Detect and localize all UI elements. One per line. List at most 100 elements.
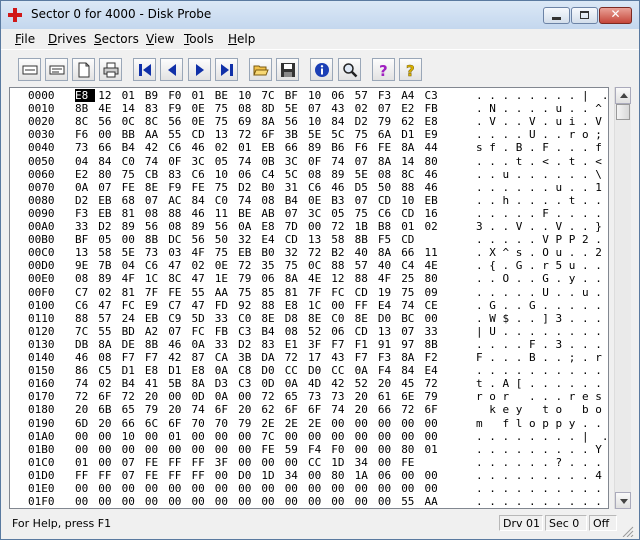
hex-byte[interactable]: 0A — [215, 390, 235, 403]
hex-byte[interactable]: 01 — [238, 141, 258, 154]
hex-byte[interactable]: 57 — [355, 89, 375, 102]
hex-byte[interactable]: 32 — [238, 233, 258, 246]
hex-byte[interactable]: 06 — [238, 168, 258, 181]
hex-byte[interactable]: 01 — [192, 89, 212, 102]
hex-byte[interactable]: 8A — [378, 155, 398, 168]
ascii-column[interactable]: . W $ . . ] 3 . . . . . . . . . — [476, 312, 608, 325]
hex-byte[interactable]: 00 — [425, 430, 445, 443]
hex-byte[interactable]: 89 — [122, 220, 142, 233]
hex-byte[interactable]: 75 — [215, 181, 235, 194]
hex-byte[interactable]: 10 — [122, 430, 142, 443]
hex-byte[interactable]: FC — [331, 286, 351, 299]
hex-byte[interactable]: F9 — [168, 102, 188, 115]
hex-byte[interactable]: EB — [238, 246, 258, 259]
hex-byte[interactable]: 66 — [122, 417, 142, 430]
hex-byte[interactable]: 01 — [122, 89, 142, 102]
hex-byte[interactable]: 00 — [238, 390, 258, 403]
hex-byte[interactable]: D1 — [122, 364, 142, 377]
hex-byte[interactable]: 0D — [192, 390, 212, 403]
hex-byte[interactable]: 56 — [192, 233, 212, 246]
hex-byte[interactable]: D2 — [238, 338, 258, 351]
scroll-up-button[interactable] — [615, 87, 631, 104]
hex-byte[interactable]: 81 — [122, 286, 142, 299]
title-bar[interactable]: Sector 0 for 4000 - Disk Probe ✕ — [1, 1, 639, 29]
hex-byte[interactable]: 13 — [378, 325, 398, 338]
scroll-thumb[interactable] — [616, 104, 630, 120]
menu-tools[interactable]: Tools — [184, 32, 214, 46]
ascii-column[interactable]: r o r . . . r e s s a n y — [476, 390, 608, 403]
hex-byte[interactable]: CD — [378, 194, 398, 207]
hex-byte[interactable]: 87 — [192, 351, 212, 364]
hex-byte[interactable]: 72 — [261, 390, 281, 403]
hex-byte[interactable]: 8C — [75, 115, 95, 128]
ascii-column[interactable]: . . . . . . . . | . . W. . . — [476, 89, 608, 102]
ascii-column[interactable]: . . . . . . . . | . . . . . . . — [476, 430, 608, 443]
hex-byte[interactable]: 46 — [331, 181, 351, 194]
hex-byte[interactable]: 68 — [122, 194, 142, 207]
hex-byte[interactable]: 00 — [425, 469, 445, 482]
hex-byte[interactable]: 00 — [238, 482, 258, 495]
hex-byte[interactable]: 52 — [308, 325, 328, 338]
hex-byte[interactable]: B4 — [285, 194, 305, 207]
ascii-column[interactable]: . . . . . F . . . . < . u . . . — [476, 207, 608, 220]
hex-byte[interactable]: 11 — [215, 207, 235, 220]
hex-byte[interactable]: 08 — [98, 351, 118, 364]
hex-byte[interactable]: 01 — [168, 430, 188, 443]
hex-byte[interactable]: 6F — [261, 128, 281, 141]
hex-byte[interactable]: 72 — [331, 220, 351, 233]
hex-byte[interactable]: 10 — [401, 194, 421, 207]
previous-sector-button[interactable] — [160, 58, 183, 81]
hex-byte[interactable]: C3 — [425, 89, 445, 102]
hex-byte[interactable]: 1D — [331, 456, 351, 469]
hex-byte[interactable]: 33 — [215, 312, 235, 325]
hex-byte[interactable]: 00 — [168, 482, 188, 495]
hex-byte[interactable]: 4F — [192, 246, 212, 259]
hex-byte[interactable]: 00 — [378, 495, 398, 508]
ascii-column[interactable]: . . . . . V P P 2 . . . X . . . — [476, 233, 608, 246]
hex-byte[interactable]: F7 — [331, 338, 351, 351]
hex-byte[interactable]: 6B — [98, 403, 118, 416]
hex-byte[interactable]: 7F — [308, 286, 328, 299]
hex-byte[interactable]: 10 — [215, 168, 235, 181]
ascii-column[interactable]: . G . . G . . . . . . . . . t . — [476, 299, 608, 312]
hex-byte[interactable]: 46 — [425, 181, 445, 194]
hex-byte[interactable]: 79 — [238, 272, 258, 285]
hex-byte[interactable]: 84 — [401, 364, 421, 377]
hex-byte[interactable]: EB — [145, 312, 165, 325]
hex-byte[interactable]: 83 — [261, 338, 281, 351]
hex-byte[interactable]: FF — [168, 469, 188, 482]
hex-byte[interactable]: 74 — [238, 194, 258, 207]
hex-byte[interactable]: 81 — [285, 286, 305, 299]
hex-byte[interactable]: FF — [355, 299, 375, 312]
hex-byte[interactable]: 20 — [75, 403, 95, 416]
hex-byte[interactable]: 00 — [192, 430, 212, 443]
hex-byte[interactable]: C0 — [122, 155, 142, 168]
hex-byte[interactable]: C7 — [75, 286, 95, 299]
hex-byte[interactable]: 40 — [378, 259, 398, 272]
hex-byte[interactable]: F7 — [122, 351, 142, 364]
hex-byte[interactable]: 00 — [285, 430, 305, 443]
hex-byte[interactable]: 00 — [215, 443, 235, 456]
ascii-column[interactable]: . X ^ s . O u . . 2 r . @ . f . — [476, 246, 608, 259]
hex-byte[interactable]: 88 — [75, 312, 95, 325]
hex-byte[interactable]: 8A — [378, 246, 398, 259]
hex-byte[interactable]: E8 — [192, 364, 212, 377]
hex-byte[interactable]: 80 — [401, 443, 421, 456]
hex-byte[interactable]: 20 — [145, 390, 165, 403]
hex-byte[interactable]: FE — [145, 456, 165, 469]
menu-drives[interactable]: Drives — [48, 32, 86, 46]
hex-byte[interactable]: 75 — [238, 286, 258, 299]
hex-byte[interactable]: 07 — [355, 155, 375, 168]
hex-byte[interactable]: 00 — [355, 482, 375, 495]
hex-byte[interactable]: 00 — [401, 417, 421, 430]
hex-byte[interactable]: C4 — [401, 259, 421, 272]
hex-byte[interactable]: 0E — [308, 194, 328, 207]
open-button[interactable] — [249, 58, 272, 81]
hex-byte[interactable]: 4E — [308, 272, 328, 285]
hex-byte[interactable]: EB — [98, 207, 118, 220]
hex-byte[interactable]: 3F — [215, 456, 235, 469]
hex-byte[interactable]: 07 — [145, 194, 165, 207]
hex-byte[interactable]: 00 — [122, 233, 142, 246]
hex-byte[interactable]: 08 — [261, 194, 281, 207]
hex-byte[interactable]: C8 — [238, 364, 258, 377]
